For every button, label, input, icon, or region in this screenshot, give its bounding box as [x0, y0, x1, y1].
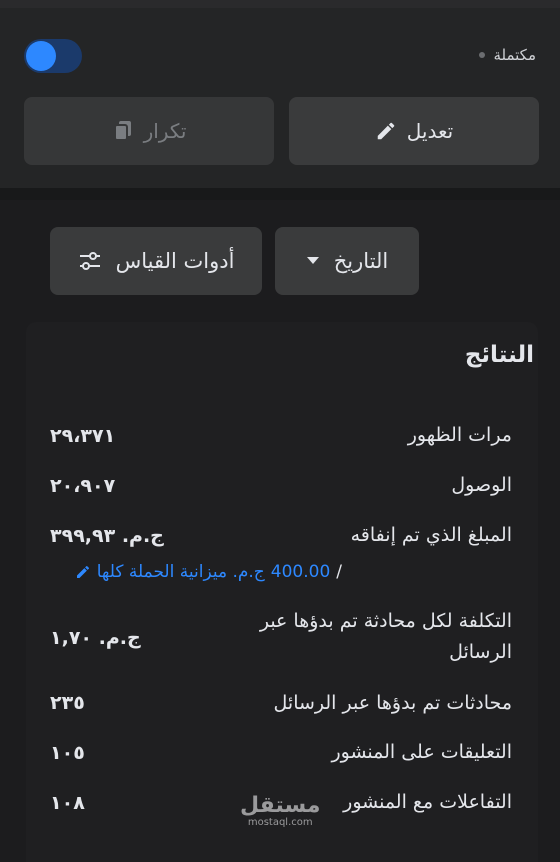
- watermark-logo: مستقل mostaql.com: [240, 793, 321, 829]
- results-card: [26, 322, 538, 862]
- post-engagement-value: ١٠٨: [50, 792, 85, 814]
- budget-text: ج.م. ميزانية الحملة كلها: [96, 562, 265, 582]
- watermark-main: مستقل: [240, 793, 321, 818]
- edit-button-label: تعديل: [406, 119, 454, 143]
- metrics-tools-button[interactable]: أدوات القياس: [50, 227, 262, 295]
- conversations-started-label: محادثات تم بدؤها عبر الرسائل: [273, 692, 512, 714]
- amount-spent-label: المبلغ الذي تم إنفاقه: [350, 524, 512, 546]
- duplicate-button[interactable]: تكرار: [24, 97, 274, 165]
- reach-label: الوصول: [451, 474, 512, 496]
- campaign-budget-link[interactable]: / 400.00 ج.م. ميزانية الحملة كلها: [75, 562, 342, 582]
- amount-spent-value: ج.م. ٣٩٩,٩٣: [50, 525, 164, 547]
- reach-value: ٢٠،٩٠٧: [50, 475, 116, 497]
- sliders-icon: [78, 251, 102, 271]
- duplicate-button-label: تكرار: [143, 119, 187, 143]
- impressions-label: مرات الظهور: [407, 424, 512, 446]
- pencil-icon: [75, 564, 91, 580]
- campaign-toggle[interactable]: [24, 39, 82, 73]
- post-comments-label: التعليقات على المنشور: [331, 741, 512, 763]
- post-comments-value: ١٠٥: [50, 742, 85, 764]
- watermark-sub: mostaql.com: [247, 817, 313, 828]
- copy-icon: [112, 119, 134, 143]
- conversations-started-value: ٢٣٥: [50, 692, 85, 714]
- budget-amount: 400.00: [270, 562, 331, 582]
- metrics-tools-label: أدوات القياس: [115, 249, 235, 273]
- status-dot-icon: [479, 52, 486, 58]
- toggle-knob: [26, 41, 56, 71]
- top-strip: [0, 0, 560, 8]
- impressions-value: ٢٩،٣٧١: [50, 425, 116, 447]
- budget-slash: /: [336, 562, 342, 582]
- date-filter-dropdown[interactable]: التاريخ: [275, 227, 419, 295]
- results-title: النتائج: [464, 342, 534, 368]
- date-filter-label: التاريخ: [333, 249, 389, 273]
- post-engagement-label: التفاعلات مع المنشور: [343, 791, 512, 813]
- section-divider: [0, 188, 560, 200]
- cost-per-conversation-label: التكلفة لكل محادثة تم بدؤها عبر الرسائل: [259, 610, 512, 663]
- status-indicator: مكتملة: [479, 46, 536, 64]
- cost-per-conversation-value: ج.م. ١,٧٠: [50, 627, 141, 649]
- edit-button[interactable]: تعديل: [289, 97, 539, 165]
- pencil-icon: [375, 120, 397, 142]
- caret-down-icon: [306, 256, 320, 266]
- status-label: مكتملة: [493, 46, 536, 64]
